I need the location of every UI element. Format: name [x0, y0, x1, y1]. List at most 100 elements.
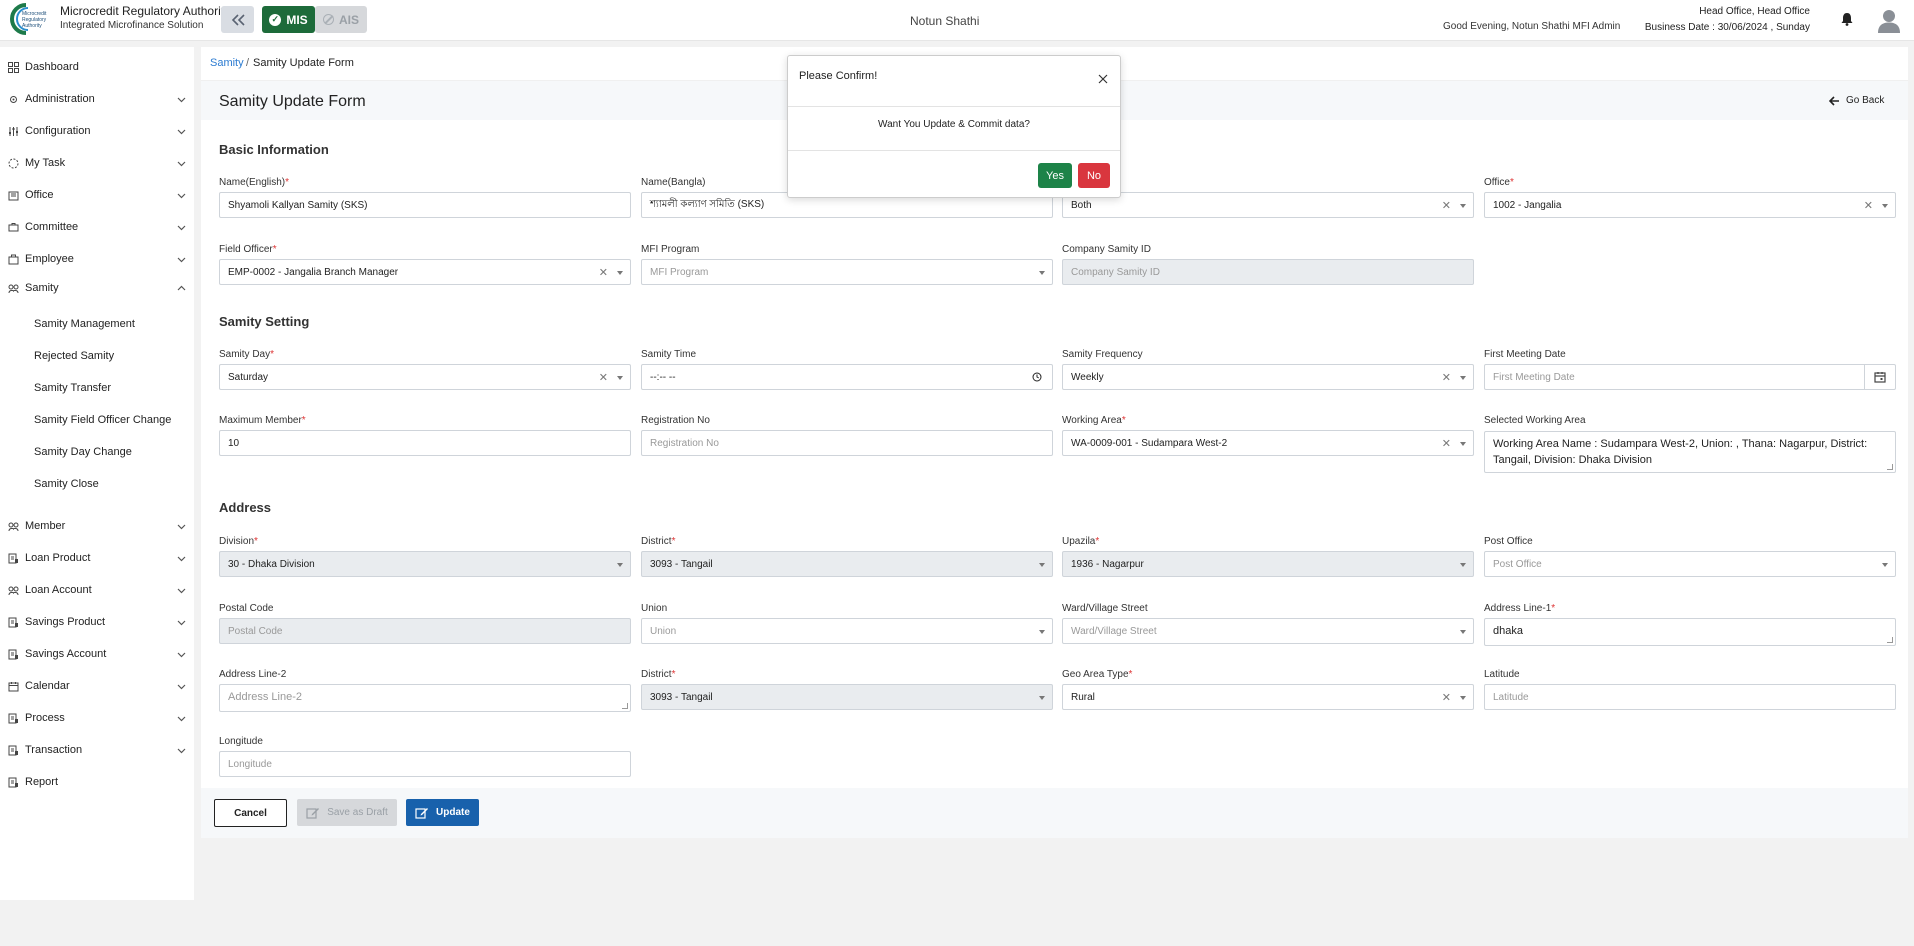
sidebar-subitem-rejected-samity[interactable]: Rejected Samity — [34, 350, 114, 362]
district-select[interactable]: 3093 - Tangail — [641, 551, 1053, 577]
field-officer-label: Field Officer* — [219, 244, 277, 255]
clear-icon[interactable]: ✕ — [599, 371, 608, 384]
chevron-down-icon — [177, 161, 186, 166]
company-samity-id-input[interactable]: Company Samity ID — [1062, 259, 1474, 285]
address-line2-textarea[interactable]: Address Line-2 — [219, 684, 631, 712]
upazila-select[interactable]: 1936 - Nagarpur — [1062, 551, 1474, 577]
sidebar-item-savings-account[interactable]: Savings Account — [0, 643, 194, 665]
sidebar-item-label: Report — [25, 776, 59, 788]
samity-frequency-select[interactable]: Weekly ✕ — [1062, 364, 1474, 390]
sidebar-item-report[interactable]: Report — [0, 771, 194, 793]
ward-placeholder: Ward/Village Street — [1071, 625, 1157, 637]
sidebar-item-member[interactable]: Member — [0, 515, 194, 537]
cancel-button[interactable]: Cancel — [214, 799, 287, 827]
dashboard-icon — [8, 61, 19, 73]
sidebar-subitem-samity-transfer[interactable]: Samity Transfer — [34, 382, 111, 394]
sidebar-subitem-field-officer-change[interactable]: Samity Field Officer Change — [34, 414, 171, 426]
sidebar-item-loan-product[interactable]: Loan Product — [0, 547, 194, 569]
name-english-input[interactable]: Shyamoli Kallyan Samity (SKS) — [219, 192, 631, 218]
ais-toggle-button[interactable]: AIS — [315, 6, 367, 33]
samity-day-select[interactable]: Saturday ✕ — [219, 364, 631, 390]
sidebar-item-employee[interactable]: Employee — [0, 248, 194, 270]
yes-button[interactable]: Yes — [1038, 163, 1072, 188]
first-meeting-date-label: First Meeting Date — [1484, 349, 1566, 360]
sidebar-item-administration[interactable]: Administration — [0, 88, 194, 110]
sidebar-item-transaction[interactable]: Transaction — [0, 739, 194, 761]
section-samity-setting: Samity Setting — [219, 314, 310, 329]
sidebar-collapse-button[interactable] — [221, 6, 254, 33]
clock-icon[interactable] — [1032, 372, 1042, 382]
sidebar-item-loan-account[interactable]: Loan Account — [0, 579, 194, 601]
edit-icon — [306, 807, 320, 819]
dialog-message: Want You Update & Commit data? — [878, 119, 1030, 130]
clear-icon[interactable]: ✕ — [1442, 371, 1451, 384]
chevron-down-icon — [177, 588, 186, 593]
ais-label: AIS — [338, 12, 359, 27]
samity-time-value: --:-- -- — [650, 371, 676, 383]
mis-toggle-button[interactable]: ✓ MIS — [262, 6, 315, 33]
geo-area-type-select[interactable]: Rural ✕ — [1062, 684, 1474, 710]
employee-icon — [8, 254, 19, 264]
mfi-program-select[interactable]: MFI Program — [641, 259, 1053, 285]
sidebar-item-committee[interactable]: Committee — [0, 216, 194, 238]
save-as-draft-button[interactable]: Save as Draft — [297, 799, 397, 826]
user-avatar-icon[interactable] — [1876, 7, 1902, 33]
district2-select[interactable]: 3093 - Tangail — [641, 684, 1053, 710]
sidebar-item-office[interactable]: Office — [0, 184, 194, 206]
breadcrumb-current: Samity Update Form — [253, 57, 354, 69]
samity-time-input[interactable]: --:-- -- — [641, 364, 1053, 390]
date-picker-button[interactable] — [1864, 365, 1895, 389]
gender-select[interactable]: Both ✕ — [1062, 192, 1474, 218]
update-button[interactable]: Update — [406, 799, 479, 826]
no-button[interactable]: No — [1078, 163, 1110, 188]
sidebar-subitem-samity-management[interactable]: Samity Management — [34, 318, 135, 330]
clear-icon[interactable]: ✕ — [1442, 691, 1451, 704]
sidebar-item-configuration[interactable]: Configuration — [0, 120, 194, 142]
clear-icon[interactable]: ✕ — [599, 266, 608, 279]
sidebar-item-process[interactable]: Process — [0, 707, 194, 729]
clear-icon[interactable]: ✕ — [1442, 437, 1451, 450]
sidebar-item-dashboard[interactable]: Dashboard — [0, 56, 194, 78]
name-bangla-label: Name(Bangla) — [641, 177, 706, 188]
selected-working-area-textarea[interactable]: Working Area Name : Sudampara West-2, Un… — [1484, 431, 1896, 473]
post-office-select[interactable]: Post Office — [1484, 551, 1896, 577]
breadcrumb-samity-link[interactable]: Samity — [210, 57, 244, 69]
committee-icon — [8, 222, 19, 231]
sidebar-subitem-samity-day-change[interactable]: Samity Day Change — [34, 446, 132, 458]
division-select[interactable]: 30 - Dhaka Division — [219, 551, 631, 577]
ward-select[interactable]: Ward/Village Street — [1062, 618, 1474, 644]
latitude-input[interactable]: Latitude — [1484, 684, 1896, 710]
longitude-input[interactable]: Longitude — [219, 751, 631, 777]
go-back-label: Go Back — [1846, 95, 1885, 106]
close-icon[interactable] — [1098, 74, 1108, 84]
member-icon — [8, 522, 19, 531]
notification-bell-icon[interactable] — [1840, 12, 1854, 26]
chevron-down-icon — [177, 716, 186, 721]
max-member-input[interactable]: 10 — [219, 430, 631, 456]
go-back-button[interactable]: Go Back — [1829, 95, 1884, 106]
resize-handle[interactable] — [622, 703, 628, 709]
address-line1-textarea[interactable]: dhaka — [1484, 618, 1896, 646]
clear-icon[interactable]: ✕ — [1442, 199, 1451, 212]
field-officer-select[interactable]: EMP-0002 - Jangalia Branch Manager ✕ — [219, 259, 631, 285]
sidebar-item-my-task[interactable]: My Task — [0, 152, 194, 174]
resize-handle[interactable] — [1887, 464, 1893, 470]
sidebar-item-calendar[interactable]: Calendar — [0, 675, 194, 697]
union-select[interactable]: Union — [641, 618, 1053, 644]
dialog-title: Please Confirm! — [799, 70, 878, 82]
clear-icon[interactable]: ✕ — [1864, 199, 1873, 212]
save-as-draft-label: Save as Draft — [327, 807, 388, 818]
name-bangla-value: শ্যামলী কল্যাণ সমিতি (SKS) — [650, 198, 765, 210]
postal-code-input[interactable]: Postal Code — [219, 618, 631, 644]
address-line2-placeholder: Address Line-2 — [228, 691, 302, 703]
working-area-select[interactable]: WA-0009-001 - Sudampara West-2 ✕ — [1062, 430, 1474, 456]
sidebar-item-samity[interactable]: Samity — [0, 277, 194, 299]
sidebar-item-savings-product[interactable]: Savings Product — [0, 611, 194, 633]
caret-down-icon — [617, 376, 623, 380]
registration-no-input[interactable]: Registration No — [641, 430, 1053, 456]
sidebar-subitem-samity-close[interactable]: Samity Close — [34, 478, 99, 490]
first-meeting-date-input[interactable]: First Meeting Date — [1484, 364, 1896, 390]
resize-handle[interactable] — [1887, 637, 1893, 643]
office-select[interactable]: 1002 - Jangalia ✕ — [1484, 192, 1896, 218]
sidebar-item-label: Administration — [25, 93, 95, 105]
